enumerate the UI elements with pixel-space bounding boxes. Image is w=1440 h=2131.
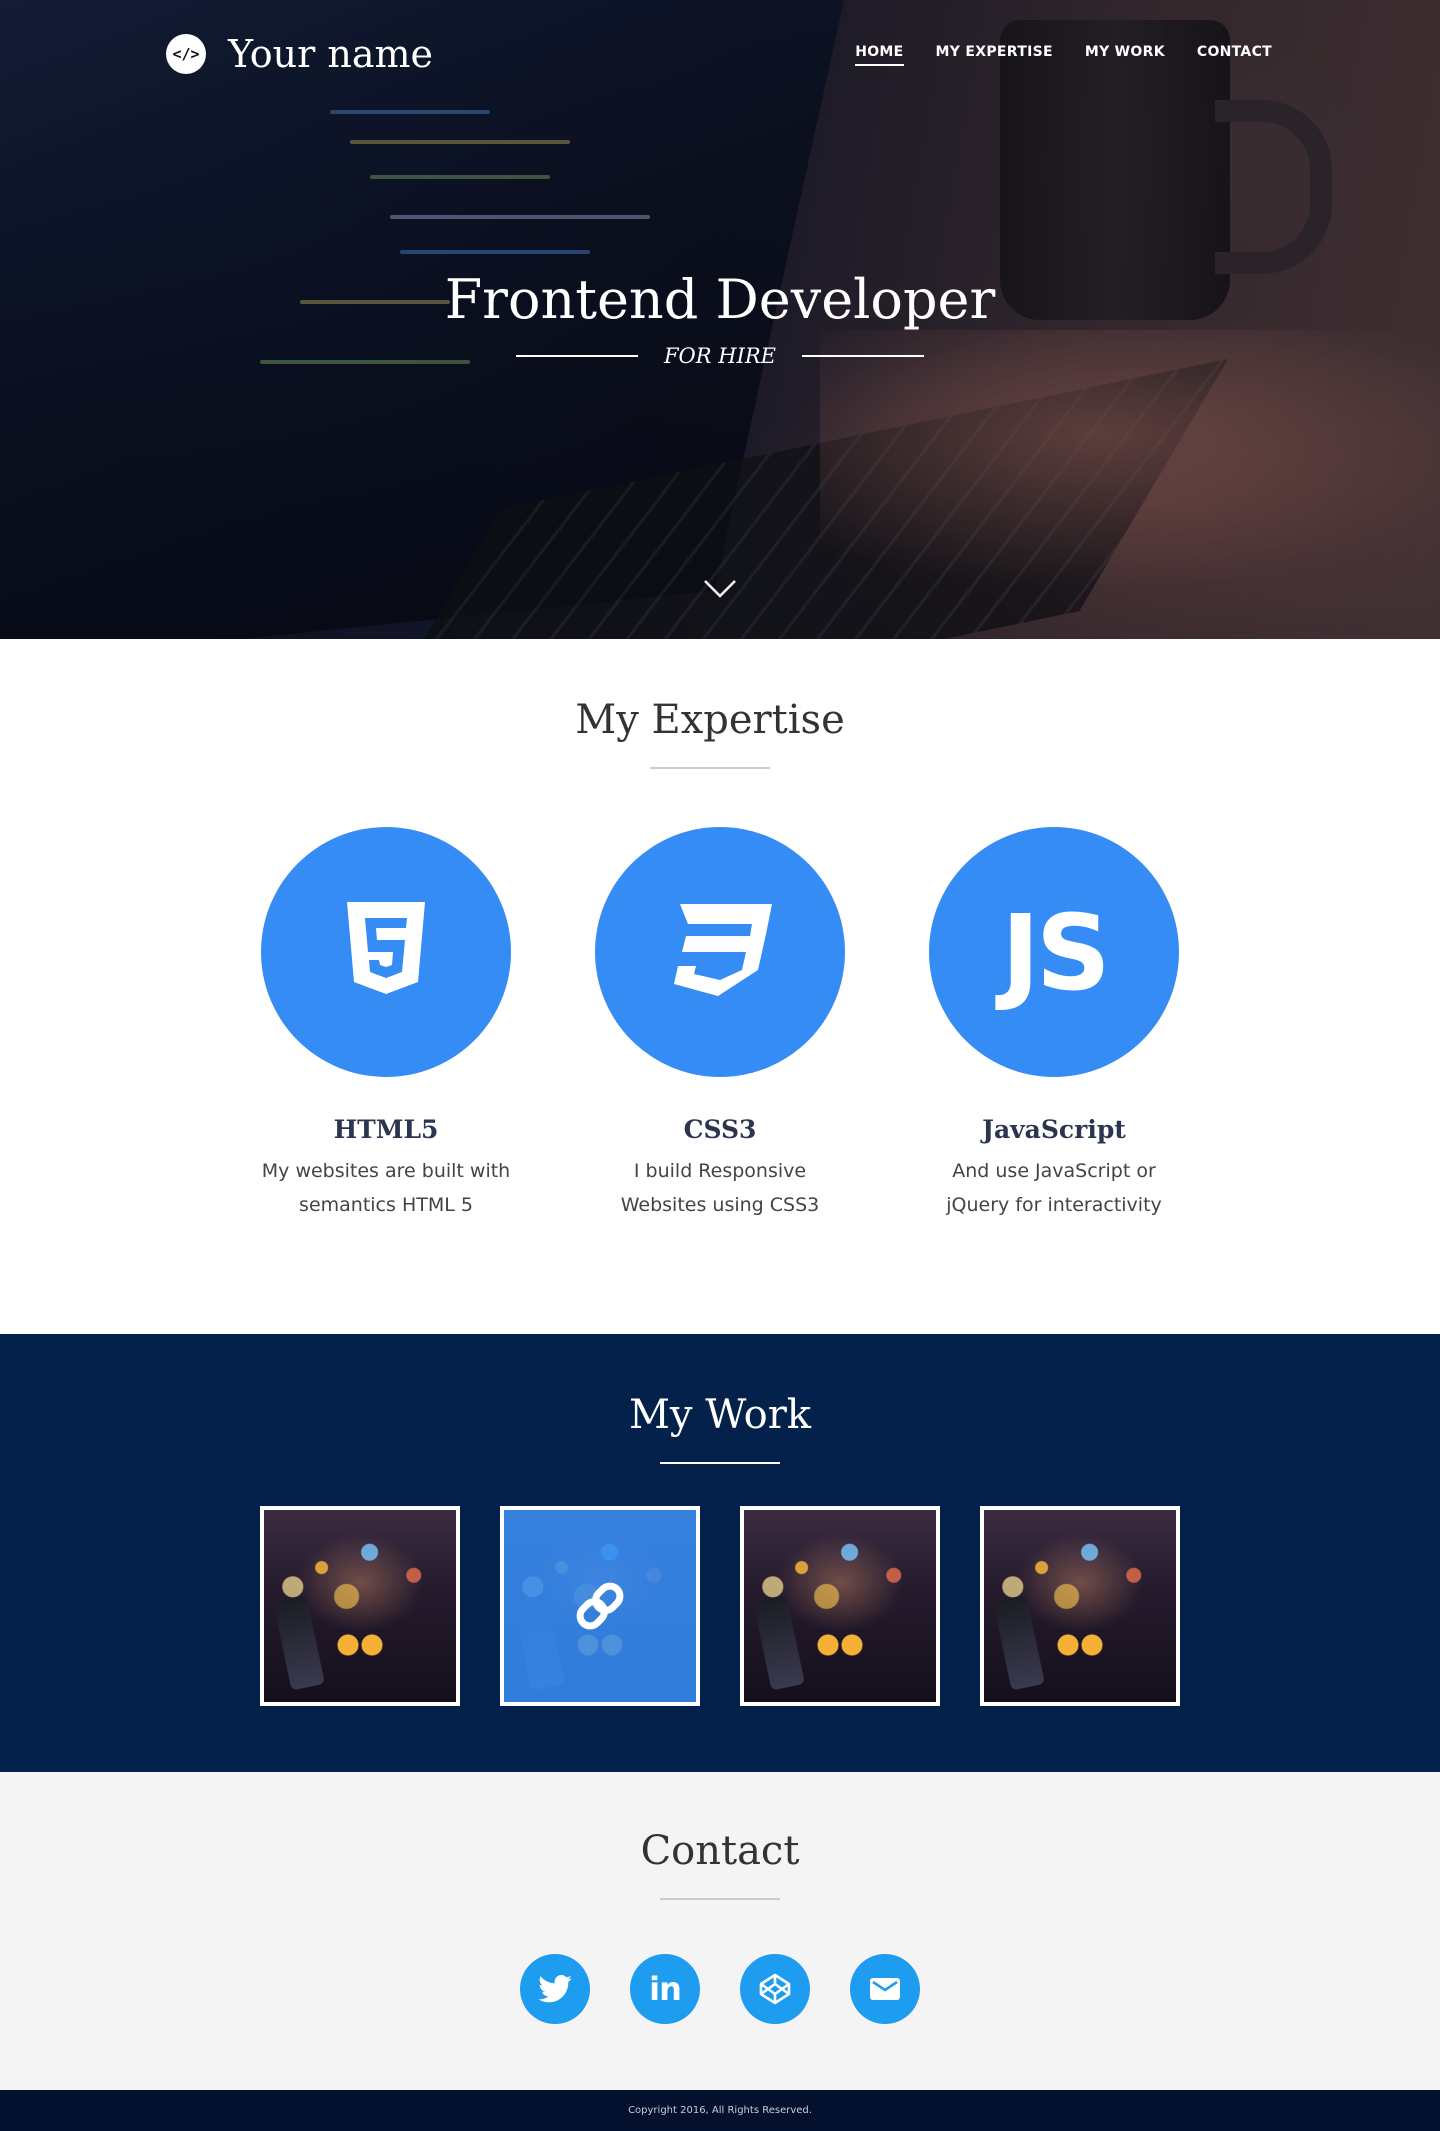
work-gallery xyxy=(0,1506,1440,1706)
skill-description: And use JavaScript or jQuery for interac… xyxy=(946,1160,1162,1216)
work-item-overlay xyxy=(504,1510,696,1702)
top-navigation: </> Your name HOME MY EXPERTISE MY WORK … xyxy=(0,0,1440,120)
work-item[interactable] xyxy=(260,1506,460,1706)
linkedin-link[interactable]: in xyxy=(630,1954,700,2024)
brand-link[interactable]: </> Your name xyxy=(166,32,433,76)
expertise-section: My Expertise HTML5 My websites are built… xyxy=(0,639,1440,1334)
twitter-link[interactable] xyxy=(520,1954,590,2024)
skill-card-html5: HTML5 My websites are built with semanti… xyxy=(219,827,553,1222)
css3-icon xyxy=(595,827,845,1077)
work-section: My Work xyxy=(0,1334,1440,1772)
skill-description: My websites are built with semantics HTM… xyxy=(261,1160,511,1216)
hero-subtitle-row: FOR HIRE xyxy=(0,344,1440,368)
html5-icon xyxy=(261,827,511,1077)
work-item[interactable] xyxy=(740,1506,940,1706)
chevron-down-icon[interactable] xyxy=(703,578,737,600)
copyright-text: Copyright 2016, All Rights Reserved. xyxy=(628,2105,812,2116)
javascript-icon-text: JS xyxy=(1001,892,1111,1014)
nav-item-my-expertise[interactable]: MY EXPERTISE xyxy=(936,44,1053,66)
skill-title: HTML5 xyxy=(333,1115,439,1144)
nav-item-home[interactable]: HOME xyxy=(855,44,904,66)
section-divider xyxy=(660,1898,780,1900)
email-link[interactable] xyxy=(850,1954,920,2024)
hero-section: </> Your name HOME MY EXPERTISE MY WORK … xyxy=(0,0,1440,639)
hero-subtitle-rule-left xyxy=(515,355,638,357)
contact-section: Contact in xyxy=(0,1772,1440,2090)
twitter-icon xyxy=(538,1975,572,2003)
link-icon xyxy=(576,1582,624,1630)
codepen-icon xyxy=(759,1973,791,2005)
linkedin-icon: in xyxy=(649,1970,682,2008)
section-title-contact: Contact xyxy=(640,1828,800,1874)
skill-card-javascript: JS JavaScript And use JavaScript or jQue… xyxy=(887,827,1221,1222)
nav-item-my-work[interactable]: MY WORK xyxy=(1085,44,1165,66)
hero-subtitle-rule-right xyxy=(802,355,925,357)
brand-name: Your name xyxy=(228,32,434,76)
hero-subtitle: FOR HIRE xyxy=(663,344,777,368)
work-item[interactable] xyxy=(980,1506,1180,1706)
work-item-hovered[interactable] xyxy=(500,1506,700,1706)
footer: Copyright 2016, All Rights Reserved. xyxy=(0,2090,1440,2131)
codepen-link[interactable] xyxy=(740,1954,810,2024)
skill-title: JavaScript xyxy=(982,1115,1126,1144)
javascript-icon: JS xyxy=(929,827,1179,1077)
skill-title: CSS3 xyxy=(683,1115,757,1144)
skill-description: I build Responsive Websites using CSS3 xyxy=(620,1160,820,1216)
section-divider xyxy=(650,767,770,769)
email-icon xyxy=(870,1978,900,2000)
section-title-expertise: My Expertise xyxy=(575,697,845,743)
skill-card-css3: CSS3 I build Responsive Websites using C… xyxy=(553,827,887,1222)
section-divider xyxy=(660,1462,780,1464)
code-brackets-icon: </> xyxy=(166,34,206,74)
hero-title: Frontend Developer xyxy=(444,268,996,331)
nav-item-contact[interactable]: CONTACT xyxy=(1197,44,1272,66)
section-title-work: My Work xyxy=(628,1392,812,1438)
skills-list: HTML5 My websites are built with semanti… xyxy=(0,827,1440,1222)
social-links: in xyxy=(0,1954,1440,2024)
nav-links: HOME MY EXPERTISE MY WORK CONTACT xyxy=(855,44,1272,66)
